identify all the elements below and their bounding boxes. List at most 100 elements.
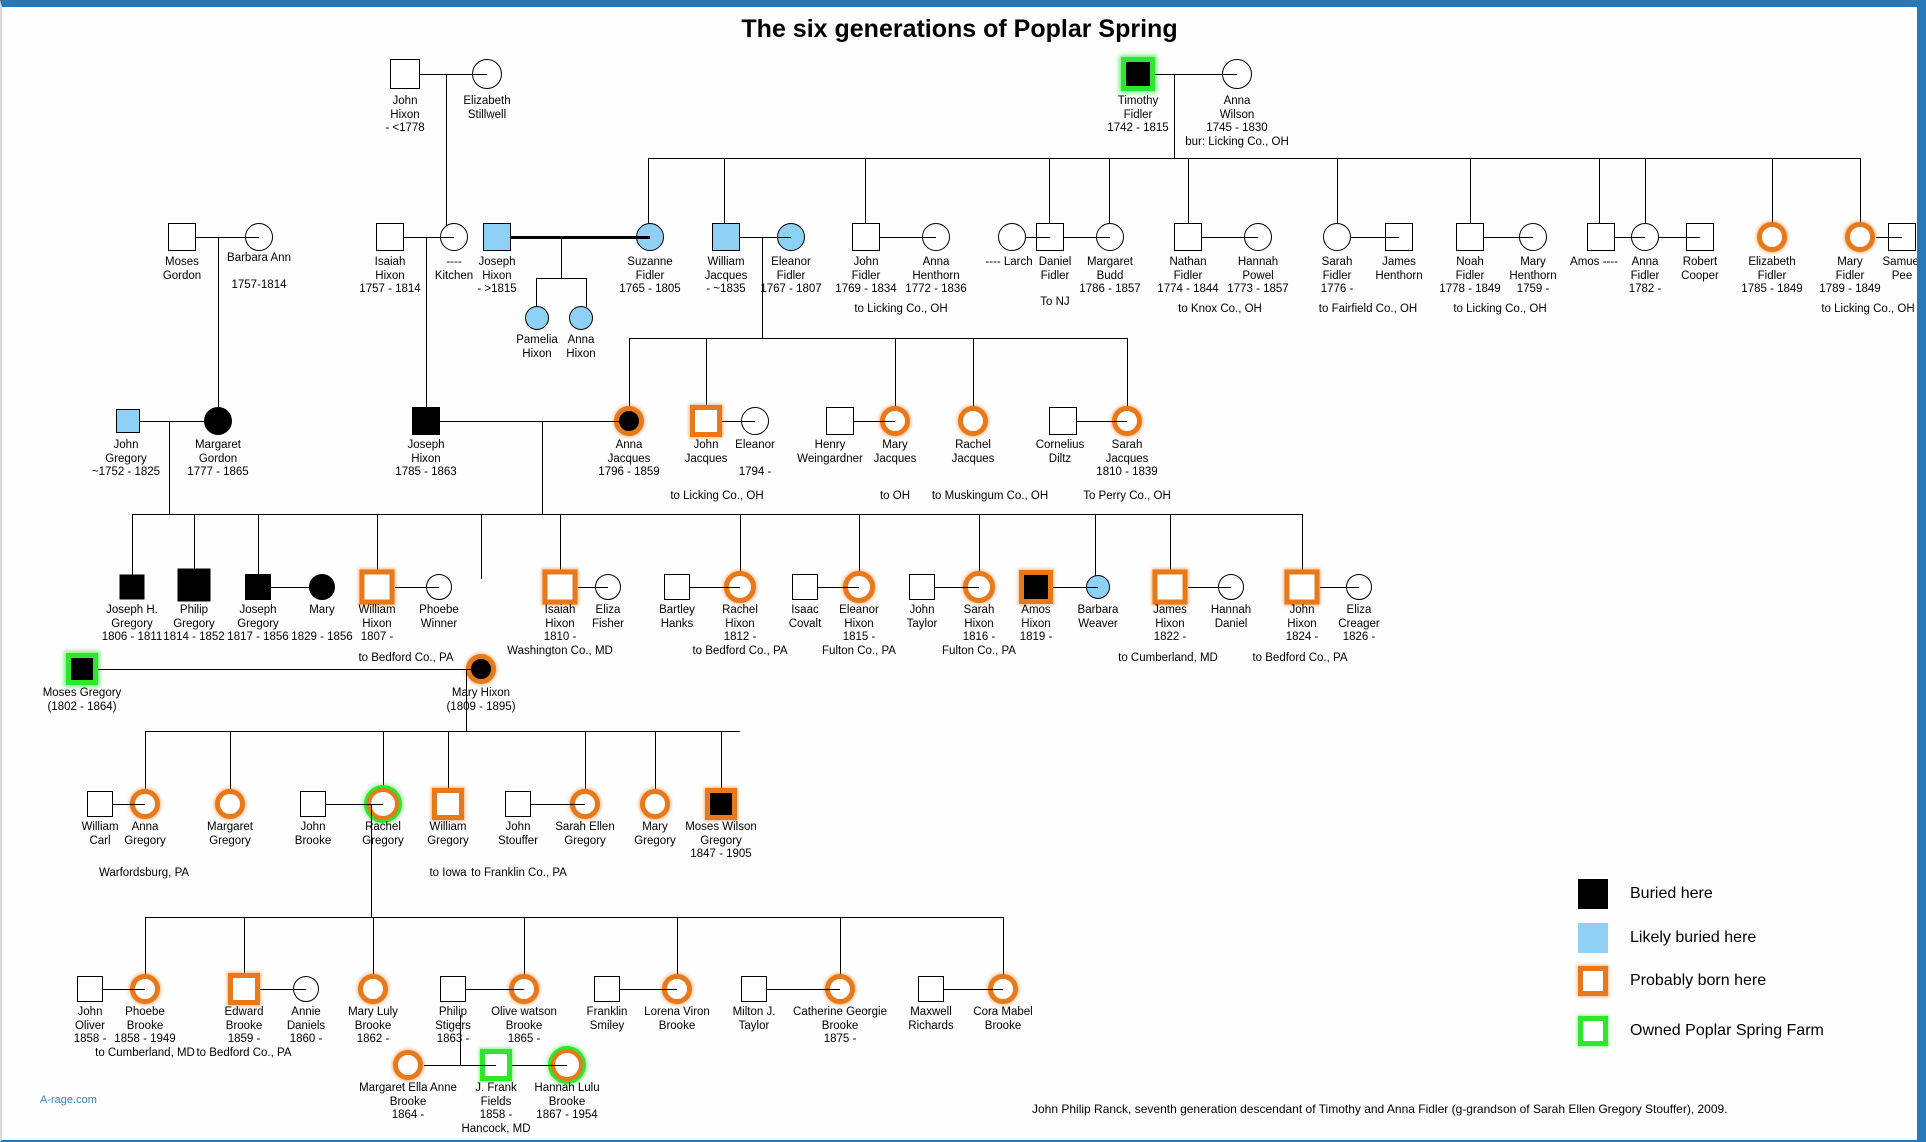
person-label-john-hixon: John Hixon - <1778 [385, 95, 425, 134]
person-symbol-joseph-hixon-sr[interactable] [483, 223, 511, 251]
person-symbol-maxwell-richards[interactable] [918, 976, 944, 1002]
person-symbol-edward-brooke[interactable] [228, 973, 260, 1005]
drop-line [724, 158, 726, 230]
drop-line [1337, 158, 1339, 230]
person-symbol-john-fidler[interactable] [852, 223, 880, 251]
person-label-mary-fidler: Mary Fidler 1789 - 1849 [1819, 256, 1881, 295]
marriage-line [880, 237, 936, 239]
drop-line [865, 158, 867, 230]
person-symbol-philip-gregory[interactable] [177, 568, 211, 602]
sibling-bus-brooke [145, 917, 1003, 919]
migration-note-rachel-jacques: to Muskingum Co., OH [931, 490, 1049, 502]
person-symbol-mary-fidler[interactable] [1845, 222, 1875, 252]
person-label-margaret-budd: Margaret Budd 1786 - 1857 [1079, 256, 1141, 295]
person-symbol-john-taylor[interactable] [909, 574, 935, 600]
drop-line [448, 731, 450, 796]
person-symbol-moses-gregory[interactable] [66, 653, 98, 685]
legend-label-likely-buried: Likely buried here [1630, 929, 1757, 946]
marriage-line [466, 989, 524, 991]
migration-note-sarah-ellen-gregory: to Franklin Co., PA [471, 867, 567, 879]
drop-line [383, 731, 385, 796]
person-symbol-anna-hixon[interactable] [569, 306, 593, 330]
person-label-barbara-weaver: Barbara Weaver [1077, 604, 1119, 630]
person-symbol-isaiah-hixon-2[interactable] [542, 569, 578, 605]
person-symbol-william-carl[interactable] [87, 791, 113, 817]
marriage-line [98, 669, 481, 671]
person-symbol-larch[interactable] [998, 223, 1026, 251]
person-symbol-nathan-fidler[interactable] [1174, 223, 1202, 251]
person-label-nathan-fidler: Nathan Fidler 1774 - 1844 [1157, 256, 1219, 295]
person-label-sarah-fidler: Sarah Fidler 1776 - [1320, 256, 1354, 295]
sibling-bus-hixon-children [536, 278, 586, 280]
marriage-line [531, 804, 585, 806]
site-brand[interactable]: A-rage.com [40, 1094, 97, 1106]
person-label-daniel-fidler: Daniel Fidler To NJ [1038, 256, 1072, 308]
person-label-sarah-jacques: Sarah Jacques 1810 - 1839 [1096, 439, 1158, 478]
person-symbol-joseph-hixon[interactable] [412, 407, 440, 435]
person-symbol-sarah-fidler[interactable] [1323, 223, 1351, 251]
person-label-john-jacques: John Jacques [684, 439, 728, 465]
person-symbol-john-hixon[interactable] [390, 59, 420, 89]
person-symbol-timothy-fidler[interactable] [1121, 57, 1155, 91]
person-symbol-margaret-gregory[interactable] [215, 789, 245, 819]
sibling-bus-jacques [629, 338, 1127, 340]
person-symbol-john-jacques[interactable] [690, 405, 722, 437]
person-symbol-john-stouffer[interactable] [505, 791, 531, 817]
person-label-isaac-covalt: Isaac Covalt [788, 604, 822, 630]
drop-line [230, 731, 232, 796]
person-symbol-henry-weingardner[interactable] [826, 407, 854, 435]
person-label-phoebe-brooke: Phoebe Brooke 1858 - 1949 to Cumberland, MD [95, 1006, 195, 1059]
migration-note-nathan-fidler: to Knox Co., OH [1178, 303, 1262, 315]
marriage-line [113, 804, 145, 806]
person-symbol-bartley-hanks[interactable] [664, 574, 690, 600]
person-symbol-pamelia-hixon[interactable] [525, 306, 549, 330]
person-symbol-moses-gordon[interactable] [168, 223, 196, 251]
migration-note-noah-fidler: to Licking Co., OH [1453, 303, 1547, 315]
person-symbol-philip-stigers[interactable] [440, 976, 466, 1002]
person-label-mary-luly-brooke: Mary Luly Brooke 1862 - [348, 1006, 398, 1045]
person-symbol-john-oliver[interactable] [77, 976, 103, 1002]
person-label-pamelia-hixon: Pamelia Hixon [516, 334, 558, 360]
person-symbol-james-hixon[interactable] [1152, 569, 1188, 605]
person-symbol-john-hixon-2[interactable] [1284, 569, 1320, 605]
person-symbol-elizabeth-fidler[interactable] [1757, 222, 1787, 252]
descent-line [446, 74, 448, 237]
person-symbol-milton-j-taylor[interactable] [741, 976, 767, 1002]
person-label-moses-gordon: Moses Gordon [162, 256, 202, 282]
marriage-line [620, 989, 677, 991]
person-symbol-mary-gregory[interactable] [640, 789, 670, 819]
descent-line [561, 237, 563, 278]
drop-line [859, 514, 861, 579]
descent-line [466, 669, 468, 731]
person-symbol-joseph-h-gregory[interactable] [119, 574, 145, 600]
person-symbol-rachel-jacques[interactable] [958, 406, 988, 436]
person-symbol-amos-blank[interactable] [1587, 223, 1615, 251]
person-symbol-john-brooke[interactable] [300, 791, 326, 817]
person-symbol-margaret-ella-anne-brooke[interactable] [393, 1050, 423, 1080]
person-label-lorena-viron-brooke: Lorena Viron Brooke [644, 1006, 710, 1032]
person-symbol-john-gregory[interactable] [116, 409, 140, 433]
drop-line [1049, 158, 1051, 230]
person-symbol-isaiah-hixon[interactable] [376, 223, 404, 251]
person-symbol-william-gregory[interactable] [432, 788, 464, 820]
person-symbol-cornelius-diltz[interactable] [1049, 407, 1077, 435]
person-label-william-hixon: William Hixon 1807 - [358, 604, 396, 643]
person-symbol-moses-wilson-gregory[interactable] [705, 788, 737, 820]
person-symbol-joseph-gregory[interactable] [245, 574, 271, 600]
person-symbol-mary-luly-brooke[interactable] [358, 974, 388, 1004]
marriage-line [1615, 237, 1645, 239]
legend-row-owned-farm: Owned Poplar Spring Farm [1578, 1016, 1824, 1046]
person-symbol-william-hixon[interactable] [359, 569, 395, 605]
person-symbol-amos-hixon[interactable] [1019, 570, 1053, 604]
person-symbol-isaac-covalt[interactable] [792, 574, 818, 600]
marriage-line [740, 237, 791, 239]
marriage-line [1351, 237, 1399, 239]
person-symbol-noah-fidler[interactable] [1456, 223, 1484, 251]
person-symbol-franklin-smiley[interactable] [594, 976, 620, 1002]
person-label-sarah-ellen-gregory: Sarah Ellen Gregory [555, 821, 615, 847]
page-title: The six generations of Poplar Spring [741, 15, 1178, 43]
drop-line [979, 514, 981, 579]
marriage-line [140, 421, 218, 423]
person-label-margaret-gregory: Margaret Gregory [206, 821, 254, 847]
person-symbol-william-jacques[interactable] [712, 223, 740, 251]
